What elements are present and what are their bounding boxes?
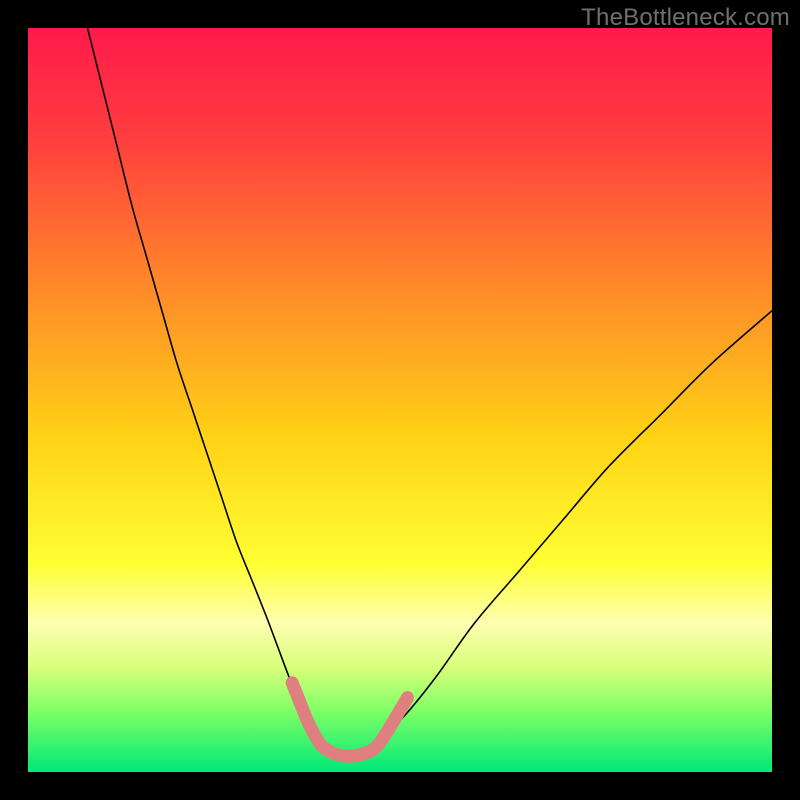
chart-plot-area: [28, 28, 772, 772]
chart-background: [28, 28, 772, 772]
chart-frame: TheBottleneck.com: [0, 0, 800, 800]
chart-svg: [28, 28, 772, 772]
